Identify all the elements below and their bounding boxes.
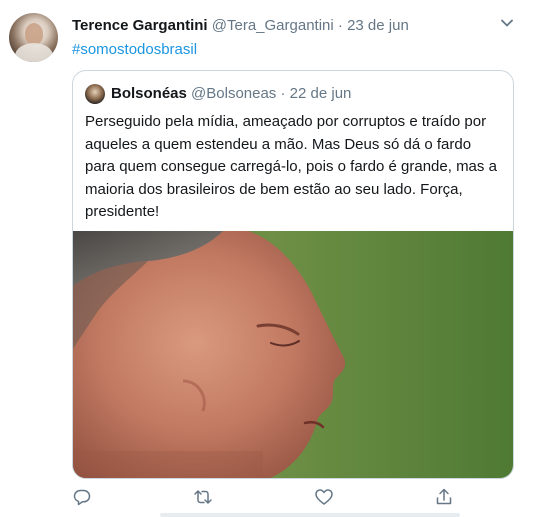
header-separator: · — [337, 17, 343, 34]
quoted-display-name[interactable]: Bolsonéas — [111, 85, 187, 102]
share-icon[interactable] — [434, 487, 454, 507]
scrollbar[interactable] — [160, 513, 460, 517]
quoted-user-handle[interactable]: @Bolsoneas — [191, 85, 276, 102]
quoted-user-avatar[interactable] — [85, 84, 105, 104]
hashtag-link[interactable]: #somostodosbrasil — [72, 40, 197, 60]
tweet-date[interactable]: 23 de jun — [347, 17, 409, 34]
portrait-photo-icon — [73, 231, 513, 478]
quoted-tweet-date[interactable]: 22 de jun — [290, 85, 352, 102]
quoted-tweet-text: Perseguido pela mídia, ameaçado por corr… — [85, 113, 497, 220]
tweet-header: Terence Gargantini @Tera_Gargantini · 23… — [72, 16, 409, 36]
quoted-header-separator: · — [280, 85, 286, 102]
avatar-face — [25, 23, 43, 45]
quoted-tweet-header: Bolsonéas @Bolsoneas · 22 de jun — [111, 84, 351, 104]
tweet[interactable]: Terence Gargantini @Tera_Gargantini · 23… — [0, 0, 535, 517]
display-name[interactable]: Terence Gargantini — [72, 17, 208, 34]
retweet-icon[interactable] — [192, 487, 214, 507]
quoted-tweet[interactable]: Bolsonéas @Bolsoneas · 22 de jun Persegu… — [72, 70, 514, 479]
tweet-actions — [72, 487, 512, 509]
quoted-tweet-image[interactable] — [73, 231, 513, 478]
avatar-body — [15, 43, 53, 62]
chevron-down-icon[interactable] — [498, 14, 516, 32]
user-avatar[interactable] — [9, 13, 58, 62]
like-icon[interactable] — [314, 487, 334, 507]
user-handle[interactable]: @Tera_Gargantini — [212, 17, 334, 34]
reply-icon[interactable] — [72, 487, 92, 507]
